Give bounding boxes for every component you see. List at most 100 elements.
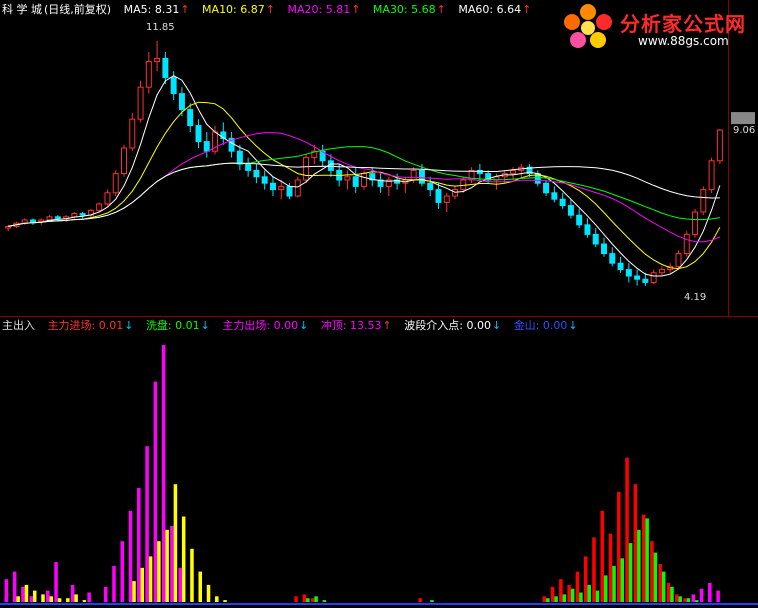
- candle-body: [145, 61, 152, 88]
- ma10-value: 6.87: [240, 3, 265, 16]
- top-bar: [157, 541, 161, 602]
- candle-body: [29, 219, 36, 223]
- candle-body: [543, 182, 550, 194]
- main-in-bar: [674, 594, 679, 602]
- top-bar: [16, 596, 20, 602]
- main-out-bar: [70, 584, 75, 602]
- candle-body: [559, 198, 566, 207]
- main-in-bar: [418, 598, 422, 602]
- watermark-logo: 分析家公式网 www.88gs.com: [560, 2, 756, 52]
- ma60-value: 6.64: [496, 3, 522, 16]
- candle-body: [187, 109, 194, 127]
- candle-body: [683, 233, 690, 255]
- wash-bar: [546, 598, 550, 602]
- top-bar: [165, 529, 169, 602]
- watermark-title: 分析家公式网: [620, 12, 746, 36]
- candle-body: [716, 129, 723, 162]
- top-bar: [132, 581, 136, 602]
- main-in-bar: [559, 579, 563, 602]
- candle-body: [576, 214, 583, 226]
- main-in-bar: [294, 596, 298, 602]
- main-out-bar: [120, 541, 124, 602]
- candle-body: [170, 77, 177, 95]
- wash-label: 洗盘:: [145, 319, 172, 332]
- top-legend: 冲顶: 13.53↑: [321, 319, 392, 332]
- main-out-bar: [170, 526, 174, 602]
- gold-legend: 金山: 0.00↓: [514, 319, 578, 332]
- main-in-bar: [583, 556, 588, 602]
- down-arrow-icon: ↓: [568, 319, 578, 332]
- wash-bar: [562, 594, 567, 602]
- wash-bar: [314, 596, 318, 602]
- indicator-name: 主出入: [2, 319, 35, 332]
- chart-window: 科 学 城 (日线,前复权) MA5: 8.31↑ MA10: 6.87↑ MA2…: [0, 0, 758, 608]
- up-arrow-icon: ↑: [382, 319, 392, 332]
- candle-body: [567, 205, 574, 216]
- chart-canvas: [0, 40, 758, 605]
- ma60-legend: MA60: 6.64↑: [458, 3, 531, 16]
- main-out-bar: [87, 592, 91, 602]
- candle-body: [253, 169, 260, 178]
- candle-body: [5, 225, 12, 229]
- wash-bar: [645, 518, 649, 602]
- main-out-bar: [161, 344, 166, 602]
- candle-body: [551, 192, 558, 200]
- candle-body: [692, 211, 699, 235]
- candle-body: [361, 173, 367, 187]
- main-out-bar: [112, 565, 116, 602]
- top-bar: [190, 548, 194, 602]
- main-in-bar: [542, 596, 547, 602]
- ma10-legend: MA10: 6.87↑: [202, 3, 275, 16]
- top-bar: [215, 596, 219, 602]
- wash-bar: [670, 586, 674, 602]
- ma5-legend: MA5: 8.31↑: [124, 3, 190, 16]
- candle-body: [658, 269, 665, 274]
- main-out-bar: [29, 596, 33, 602]
- main-out-bar: [54, 562, 58, 602]
- price-header: 科 学 城 (日线,前复权) MA5: 8.31↑ MA10: 6.87↑ MA2…: [2, 3, 540, 17]
- wash-bar: [595, 590, 600, 602]
- main-in-value: 0.01: [98, 319, 124, 332]
- wash-bar: [620, 558, 625, 602]
- main-in-bar: [608, 533, 613, 602]
- main-out-bar: [137, 488, 141, 602]
- ma20-legend: MA20: 5.81↑: [287, 3, 360, 16]
- main-in-bar: [666, 583, 671, 602]
- ma20-label: MA20:: [287, 3, 323, 16]
- candle-body: [236, 150, 243, 165]
- wash-bar: [628, 543, 633, 602]
- main-out-bar: [178, 567, 182, 602]
- watermark-url: www.88gs.com: [638, 34, 729, 48]
- candle-body: [675, 253, 682, 267]
- candle-body: [344, 176, 351, 181]
- down-arrow-icon: ↓: [299, 319, 309, 332]
- period-label: (日线,前复权): [44, 3, 112, 16]
- candle-body: [178, 93, 185, 111]
- top-bar: [198, 571, 202, 602]
- candle-body: [617, 262, 624, 271]
- top-bar: [32, 590, 37, 602]
- candle-body: [79, 213, 86, 216]
- wash-bar: [554, 596, 558, 602]
- main-out-legend: 主力出场: 0.00↓: [222, 319, 308, 332]
- candle-body: [269, 182, 276, 191]
- candle-body: [584, 224, 591, 235]
- candle-body: [162, 57, 169, 79]
- candle-body: [708, 160, 715, 191]
- main-in-legend: 主力进场: 0.01↓: [48, 319, 134, 332]
- top-label: 冲顶:: [320, 319, 347, 332]
- wave-label: 波段介入点:: [404, 319, 463, 332]
- main-in-bar: [592, 537, 596, 602]
- candle-body: [195, 125, 202, 143]
- candle-body: [137, 86, 144, 120]
- indicator-header: 主出入 主力进场: 0.01↓ 洗盘: 0.01 ↓ 主力出场: 0.00↓ 冲顶…: [2, 319, 587, 333]
- top-bar: [74, 594, 78, 602]
- flower-logo-icon: [564, 4, 612, 48]
- candle-body: [278, 185, 285, 191]
- up-arrow-icon: ↑: [180, 3, 190, 16]
- wash-bar: [695, 600, 699, 602]
- wash-bar: [637, 529, 641, 602]
- panel-divider: [0, 316, 758, 317]
- candle-body: [96, 203, 103, 211]
- main-out-label: 主力出场:: [222, 319, 271, 332]
